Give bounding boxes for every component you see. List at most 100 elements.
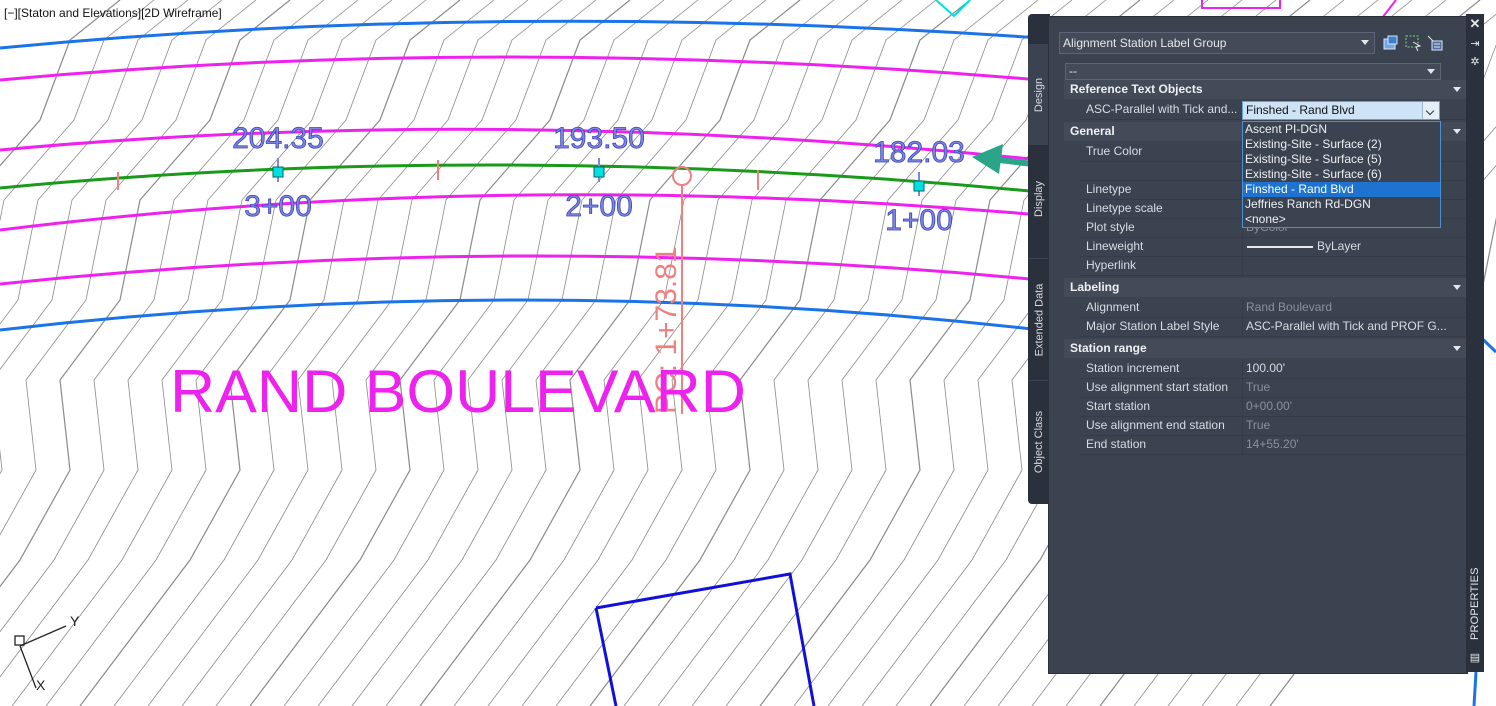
tab-object-class-label: Object Class bbox=[1033, 410, 1046, 474]
property-name: Use alignment start station bbox=[1086, 380, 1229, 394]
dropdown-option[interactable]: Jeffries Ranch Rd-DGN bbox=[1243, 197, 1440, 212]
tab-object-class[interactable]: Object Class bbox=[1028, 380, 1050, 503]
grip-handle[interactable] bbox=[593, 166, 605, 178]
properties-palette: Design Display Extended Data Object Clas… bbox=[1028, 14, 1484, 674]
parcel-boundary[interactable] bbox=[594, 572, 816, 706]
station-elevation-label[interactable]: 182.03 bbox=[873, 136, 966, 170]
tab-display[interactable]: Display bbox=[1028, 140, 1050, 257]
property-row-start-station[interactable]: Start station 0+00.00' bbox=[1080, 397, 1468, 417]
close-icon[interactable]: ✕ bbox=[1469, 17, 1481, 30]
palette-title: PROPERTIES bbox=[1469, 567, 1481, 640]
property-value: 0+00.00' bbox=[1242, 397, 1466, 416]
contour-line bbox=[555, 0, 937, 706]
property-value[interactable]: 100.00' bbox=[1242, 359, 1466, 378]
property-name: Hyperlink bbox=[1086, 258, 1137, 272]
property-row-hyperlink[interactable]: Hyperlink bbox=[1080, 256, 1468, 276]
property-row-end-station[interactable]: End station 14+55.20' bbox=[1080, 435, 1468, 455]
section-station-range[interactable]: Station range bbox=[1064, 339, 1468, 358]
ucs-y-label: Y bbox=[70, 613, 80, 629]
property-name: ASC-Parallel with Tick and... bbox=[1086, 102, 1238, 116]
right-of-way-line-east-b[interactable] bbox=[1472, 671, 1478, 706]
property-name: Station increment bbox=[1086, 361, 1180, 375]
property-name: Plot style bbox=[1086, 220, 1135, 234]
view-combo[interactable]: -- bbox=[1065, 63, 1441, 80]
contour-line bbox=[419, 0, 801, 706]
reference-value-dropdown[interactable]: Finshed - Rand Blvd bbox=[1242, 101, 1440, 120]
contour-line bbox=[283, 0, 665, 706]
property-value[interactable]: True bbox=[1242, 416, 1466, 435]
object-type-selector-value: Alignment Station Label Group bbox=[1063, 36, 1227, 50]
section-reference-text-objects[interactable]: Reference Text Objects bbox=[1064, 80, 1468, 99]
object-type-selector[interactable]: Alignment Station Label Group bbox=[1059, 32, 1375, 54]
dropdown-option[interactable]: Ascent PI-DGN bbox=[1243, 122, 1440, 137]
select-objects-icon[interactable] bbox=[1404, 34, 1422, 52]
dropdown-option[interactable]: <none> bbox=[1243, 212, 1440, 227]
collapse-chevron-icon[interactable] bbox=[1453, 129, 1461, 134]
offset-line-4[interactable] bbox=[0, 254, 1041, 286]
section-title: Station range bbox=[1070, 341, 1147, 355]
tab-extended-data[interactable]: Extended Data bbox=[1028, 258, 1050, 381]
auto-hide-icon[interactable]: ⇥ bbox=[1469, 38, 1481, 50]
contour-line bbox=[0, 0, 291, 588]
collapse-chevron-icon[interactable] bbox=[1453, 285, 1461, 290]
dropdown-arrow-icon[interactable] bbox=[1422, 102, 1439, 119]
alignment-centerline[interactable] bbox=[0, 163, 1041, 194]
property-name: Major Station Label Style bbox=[1086, 319, 1220, 333]
section-title: Reference Text Objects bbox=[1070, 82, 1203, 96]
property-row-lineweight[interactable]: Lineweight ByLayer bbox=[1080, 237, 1468, 257]
station-elevation-label[interactable]: 204.35 bbox=[232, 122, 325, 156]
palette-tab-strip: Design Display Extended Data Object Clas… bbox=[1028, 14, 1050, 504]
grip-handle[interactable] bbox=[913, 180, 925, 192]
property-name: Alignment bbox=[1086, 300, 1140, 314]
quick-select-icon[interactable] bbox=[1426, 34, 1444, 52]
property-value[interactable]: True bbox=[1242, 378, 1466, 397]
contour-line bbox=[215, 0, 597, 706]
dropdown-option[interactable]: Existing-Site - Surface (6) bbox=[1243, 167, 1440, 182]
station-number-label[interactable]: 2+00 bbox=[565, 190, 633, 224]
property-row-station-increment[interactable]: Station increment 100.00' bbox=[1080, 359, 1468, 379]
chevron-down-icon bbox=[1427, 69, 1435, 74]
property-row-use-alignment-start[interactable]: Use alignment start station True bbox=[1080, 378, 1468, 398]
reference-dropdown-value: Finshed - Rand Blvd bbox=[1246, 103, 1355, 117]
contour-line bbox=[0, 0, 257, 536]
property-name: Linetype scale bbox=[1086, 201, 1163, 215]
palette-properties-icon[interactable]: ▤ bbox=[1469, 652, 1481, 664]
contour-line bbox=[385, 0, 767, 706]
tab-design[interactable]: Design bbox=[1028, 44, 1050, 145]
property-value[interactable]: ASC-Parallel with Tick and PROF G... bbox=[1242, 317, 1466, 336]
offset-line-1[interactable] bbox=[0, 55, 1041, 82]
station-number-label[interactable]: 3+00 bbox=[244, 190, 312, 224]
dropdown-option[interactable]: Existing-Site - Surface (2) bbox=[1243, 137, 1440, 152]
station-elevation-label[interactable]: 193.50 bbox=[553, 122, 646, 156]
contour-line bbox=[147, 0, 529, 706]
contour-line bbox=[521, 0, 903, 706]
property-name: Lineweight bbox=[1086, 239, 1144, 253]
contour-line bbox=[45, 0, 427, 706]
viewport-label[interactable]: [−][Staton and Elevations][2D Wireframe] bbox=[4, 6, 222, 20]
section-labeling[interactable]: Labeling bbox=[1064, 278, 1468, 297]
contour-line bbox=[0, 0, 223, 475]
property-name: End station bbox=[1086, 437, 1147, 451]
contour-line bbox=[0, 0, 155, 223]
station-number-label[interactable]: 1+00 bbox=[885, 204, 953, 238]
section-title: Labeling bbox=[1070, 280, 1120, 294]
contour-line bbox=[249, 0, 631, 706]
collapse-chevron-icon[interactable] bbox=[1453, 87, 1461, 92]
property-value[interactable] bbox=[1242, 256, 1466, 275]
collapse-chevron-icon[interactable] bbox=[1453, 346, 1461, 351]
property-row-alignment[interactable]: Alignment Rand Boulevard bbox=[1080, 298, 1468, 318]
contour-line bbox=[691, 0, 1073, 706]
property-row-use-alignment-end[interactable]: Use alignment end station True bbox=[1080, 416, 1468, 436]
property-row-major-station-label-style[interactable]: Major Station Label Style ASC-Parallel wi… bbox=[1080, 317, 1468, 337]
dropdown-option[interactable]: Finshed - Rand Blvd bbox=[1243, 182, 1440, 197]
grip-handle[interactable] bbox=[272, 166, 284, 178]
palette-title-bar[interactable]: ✕ ⇥ ✲ PROPERTIES ▤ bbox=[1466, 14, 1484, 672]
palette-settings-icon[interactable]: ✲ bbox=[1469, 56, 1481, 68]
offset-line-3[interactable] bbox=[0, 193, 1041, 232]
property-value: 14+55.20' bbox=[1242, 435, 1466, 454]
toggle-pickadd-icon[interactable] bbox=[1382, 34, 1400, 52]
lineweight-value[interactable]: ByLayer bbox=[1242, 237, 1466, 256]
dropdown-option[interactable]: Existing-Site - Surface (5) bbox=[1243, 152, 1440, 167]
reference-dropdown-list: Ascent PI-DGN Existing-Site - Surface (2)… bbox=[1242, 121, 1441, 228]
right-of-way-line-south[interactable] bbox=[0, 298, 1041, 332]
